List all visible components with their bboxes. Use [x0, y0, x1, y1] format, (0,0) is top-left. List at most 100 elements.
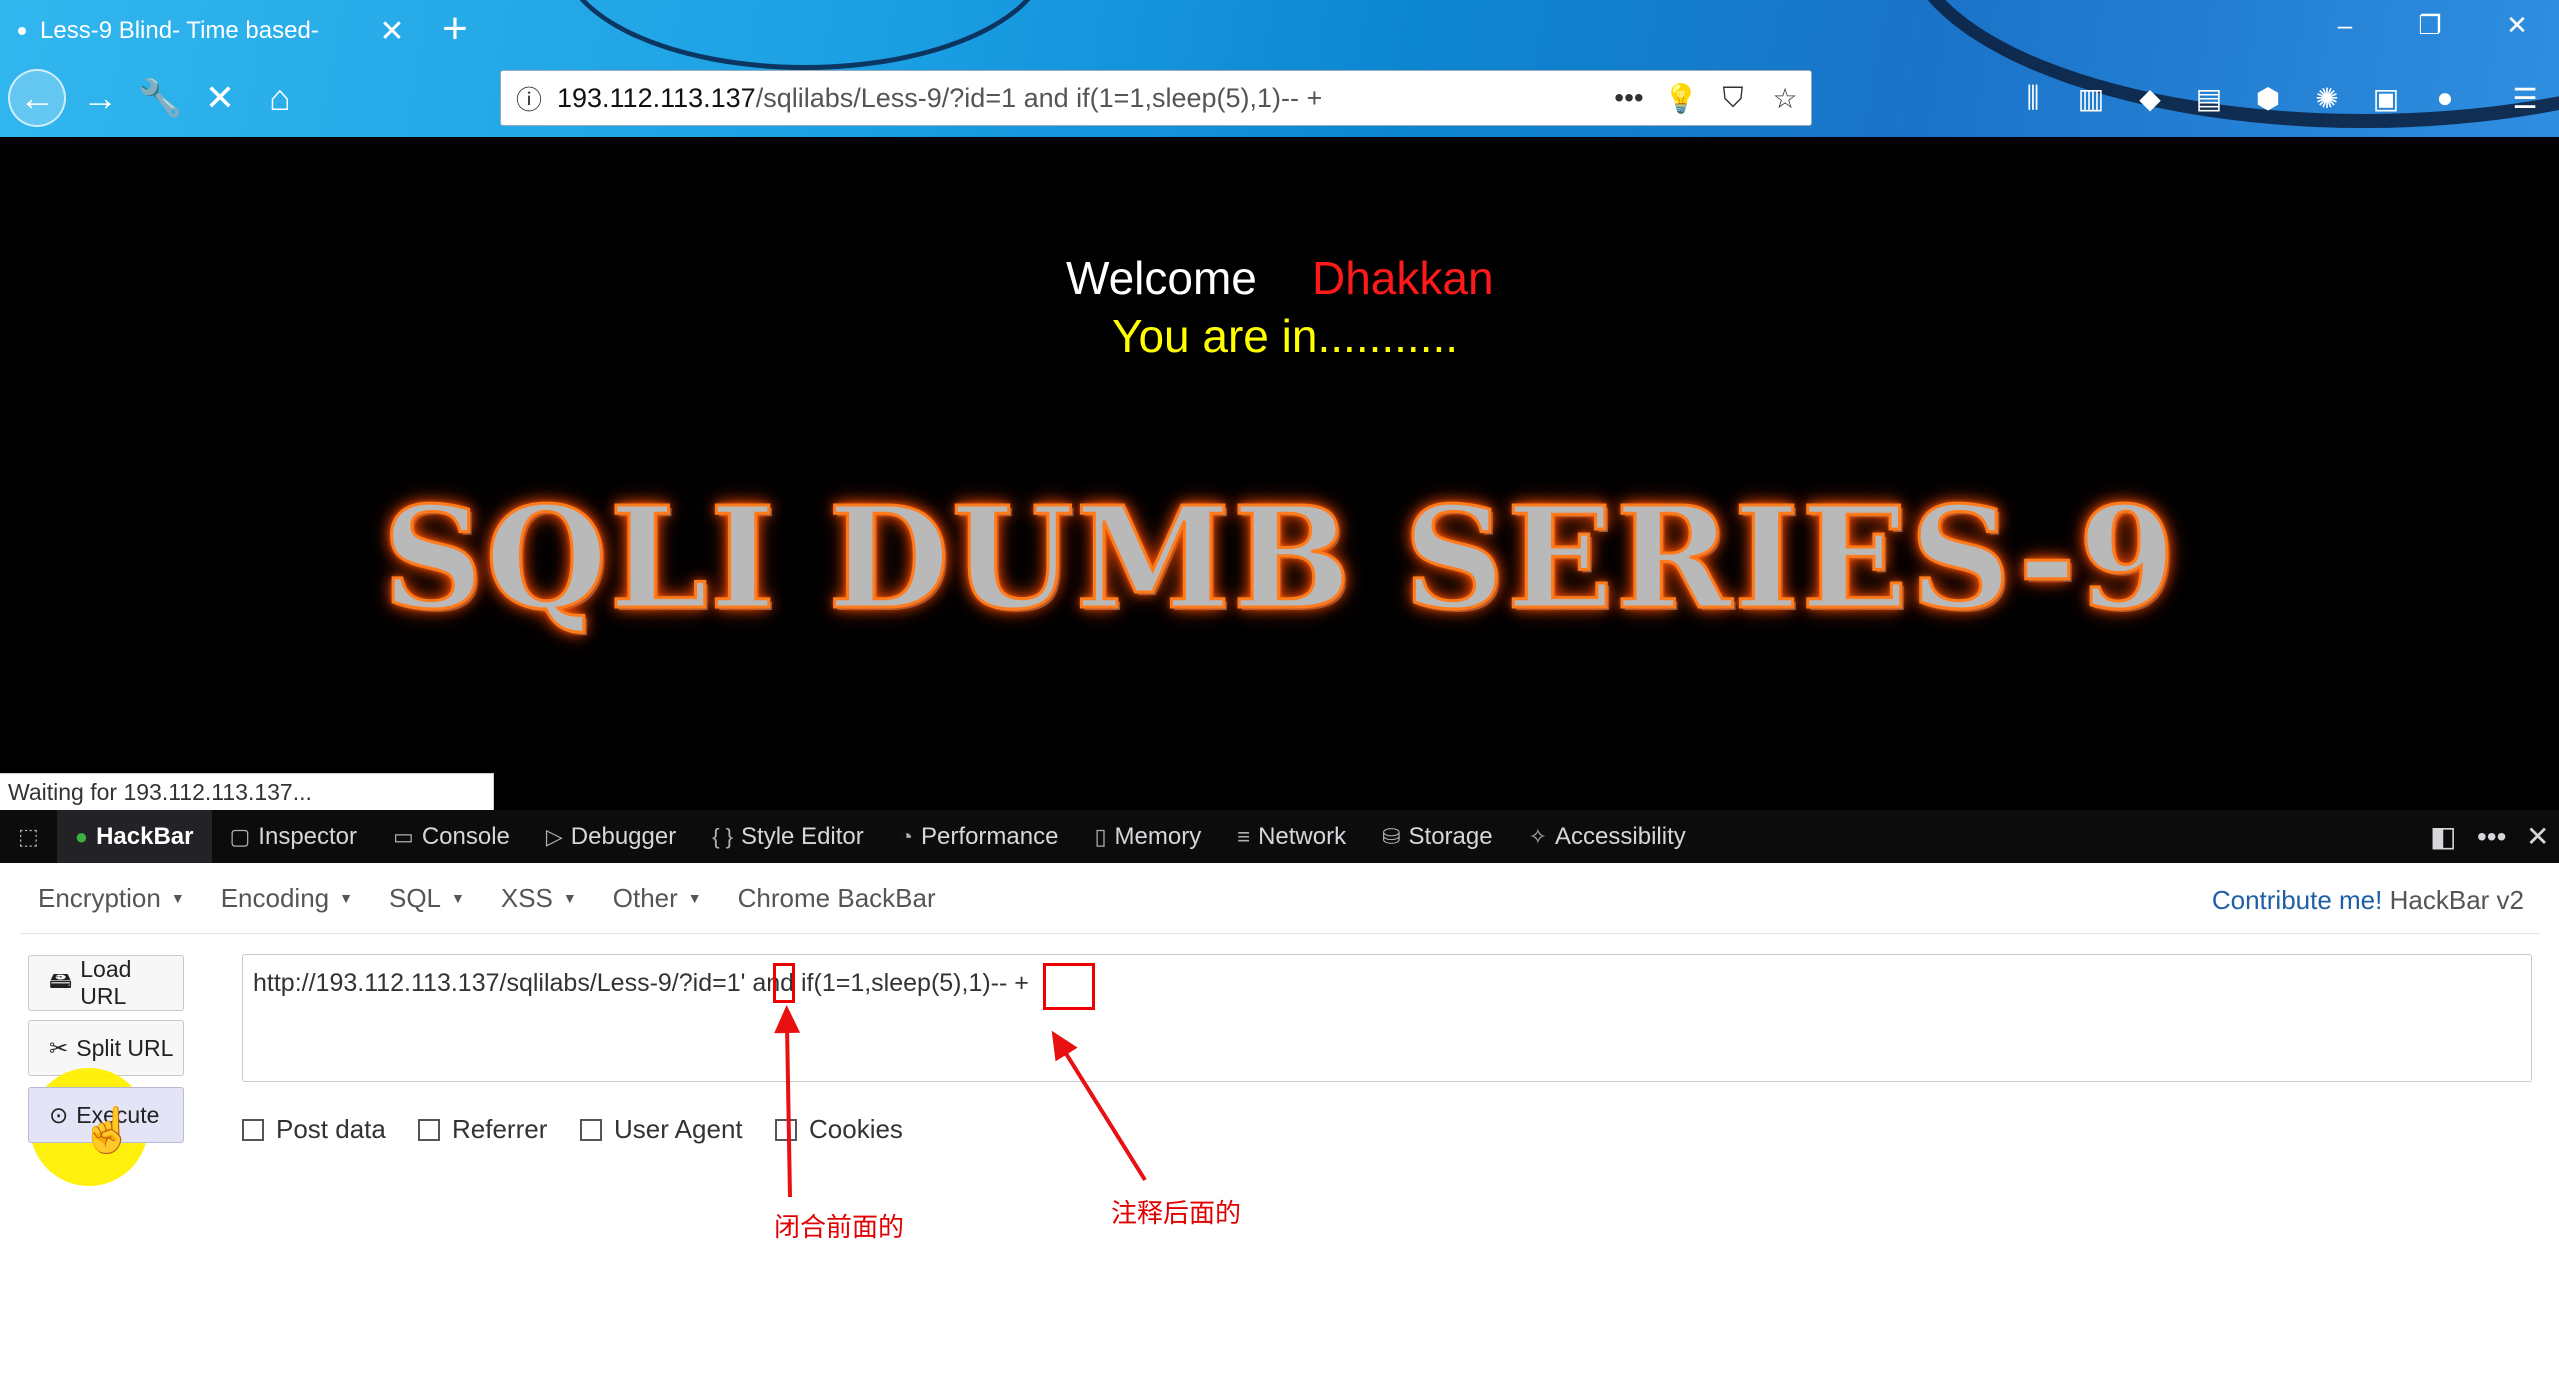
stop-button[interactable]: ✕	[194, 72, 246, 124]
tab-memory[interactable]: ▯ Memory	[1076, 810, 1219, 863]
url-textarea[interactable]: http://193.112.113.137/sqlilabs/Less-9/?…	[242, 954, 2532, 1082]
menu-other[interactable]: Other ▼	[595, 883, 720, 914]
checkbox-label: User Agent	[614, 1114, 743, 1144]
hackbar-version: HackBar v2	[2389, 885, 2524, 915]
pocket-icon[interactable]: ⛉	[1707, 82, 1759, 115]
network-icon: ≡	[1237, 823, 1251, 849]
console-icon: ▭	[393, 823, 414, 849]
extension-icon[interactable]: ●	[2425, 78, 2465, 118]
extension-icon[interactable]: ⬢	[2248, 78, 2288, 118]
address-text[interactable]: 193.112.113.137/sqlilabs/Less-9/?id=1 an…	[557, 83, 1603, 114]
chevron-down-icon: ▼	[562, 890, 577, 906]
dock-side-icon[interactable]: ◧	[2430, 810, 2456, 863]
close-window-icon[interactable]: ✕	[2497, 10, 2537, 41]
devtools-menu-icon[interactable]: •••	[2477, 810, 2506, 863]
split-url-button[interactable]: ✂ Split URL	[28, 1020, 184, 1076]
page-actions-icon[interactable]: •••	[1603, 82, 1655, 114]
tab-label: HackBar	[96, 822, 194, 850]
post-data-checkbox[interactable]: Post data	[242, 1114, 386, 1145]
menu-label: Chrome BackBar	[737, 882, 936, 913]
tab-debugger[interactable]: ▷ Debugger	[528, 810, 694, 863]
performance-icon: ◔	[899, 823, 914, 849]
tab-network[interactable]: ≡ Network	[1219, 810, 1364, 863]
menu-encoding[interactable]: Encoding ▼	[203, 883, 371, 914]
load-url-button[interactable]: 🖴 Load URL	[28, 955, 184, 1011]
menu-encryption[interactable]: Encryption ▼	[20, 883, 203, 914]
left-annotation: 闭合前面的	[774, 1212, 905, 1242]
tab-storage[interactable]: ⛁ Storage	[1364, 810, 1511, 863]
tab-label: Memory	[1114, 822, 1202, 850]
url-host: 193.112.113.137	[557, 82, 756, 113]
storage-icon: ⛁	[1382, 823, 1401, 849]
theme-decoration	[560, 0, 1050, 70]
menu-sql[interactable]: SQL ▼	[371, 883, 483, 914]
username-text: Dhakkan	[1312, 252, 1494, 304]
login-message: You are in...........	[1112, 310, 1459, 362]
menu-label: Encoding	[220, 882, 330, 913]
forward-button[interactable]: →	[74, 72, 126, 124]
menu-label: XSS	[500, 882, 553, 913]
chevron-down-icon: ▼	[451, 890, 465, 906]
chevron-down-icon: ▼	[339, 890, 353, 906]
status-bar: Waiting for 193.112.113.137...	[0, 773, 494, 810]
home-button[interactable]: ⌂	[254, 72, 306, 124]
web-page: Welcome Dhakkan You are in........... SQ…	[0, 137, 2559, 810]
wrench-icon[interactable]: 🔧	[134, 72, 186, 124]
checkbox-box[interactable]	[418, 1118, 440, 1141]
devtools-toolbar: ⬚ ● HackBar ▢ Inspector ▭ Console ▷ Debugger…	[0, 810, 2559, 863]
address-bar[interactable]: ⓘ 193.112.113.137/sqlilabs/Less-9/?id=1 …	[500, 70, 1812, 126]
cookies-checkbox[interactable]: Cookies	[775, 1114, 903, 1145]
menu-label: Encryption	[38, 882, 161, 913]
checkbox-label: Post data	[276, 1114, 386, 1144]
menu-label: Other	[612, 882, 678, 913]
menu-xss[interactable]: XSS ▼	[483, 883, 595, 914]
tab-inspector[interactable]: ▢ Inspector	[212, 810, 376, 863]
element-picker-icon[interactable]: ⬚	[0, 810, 57, 863]
minimize-icon[interactable]: –	[2325, 10, 2365, 41]
extension-icon[interactable]: ◆	[2130, 78, 2170, 118]
contribute-text: Contribute me!	[2211, 885, 2383, 915]
hackbar-menu: Encryption ▼ Encoding ▼ SQL ▼ XSS ▼ Other ▼ C…	[20, 863, 2540, 934]
restore-icon[interactable]: ❐	[2410, 10, 2450, 41]
tab-label: Performance	[921, 822, 1059, 850]
extension-icon[interactable]: ▤	[2189, 78, 2229, 118]
tab-accessibility[interactable]: ✧ Accessibility	[1511, 810, 1704, 863]
menu-chrome-backbar[interactable]: Chrome BackBar	[720, 883, 954, 914]
checkbox-box[interactable]	[242, 1118, 264, 1141]
checkbox-box[interactable]	[580, 1118, 602, 1141]
extension-icon[interactable]: ▣	[2366, 78, 2406, 118]
welcome-text: Welcome	[1066, 252, 1257, 304]
tab-loading-icon	[18, 27, 26, 35]
bookmark-star-icon[interactable]: ☆	[1759, 82, 1811, 115]
close-devtools-icon[interactable]: ✕	[2526, 810, 2549, 863]
site-info-icon[interactable]: ⓘ	[501, 80, 557, 117]
button-label: Load URL	[80, 956, 132, 1009]
tab-label: Network	[1258, 822, 1347, 850]
tab-console[interactable]: ▭ Console	[375, 810, 528, 863]
user-agent-checkbox[interactable]: User Agent	[580, 1114, 743, 1145]
referrer-checkbox[interactable]: Referrer	[418, 1114, 547, 1145]
style-editor-icon: { }	[712, 823, 734, 849]
play-icon: ⊙	[49, 1101, 69, 1128]
comment-highlight-box	[1043, 963, 1095, 1010]
library-icon[interactable]: ⫼	[2013, 78, 2053, 118]
menu-icon[interactable]: ☰	[2505, 78, 2545, 118]
checkbox-label: Cookies	[809, 1114, 903, 1144]
back-button[interactable]: ←	[8, 69, 66, 127]
sidebar-icon[interactable]: ▥	[2071, 78, 2111, 118]
tab-label: Storage	[1408, 822, 1493, 850]
tab-style-editor[interactable]: { } Style Editor	[694, 810, 882, 863]
scissors-icon: ✂	[49, 1034, 69, 1061]
browser-tab[interactable]: Less-9 Blind- Time based- ✕	[0, 0, 412, 62]
menu-label: SQL	[388, 882, 442, 913]
contribute-link[interactable]: Contribute me! HackBar v2	[2212, 885, 2524, 916]
tab-label: Accessibility	[1555, 822, 1686, 850]
lightbulb-icon[interactable]: 💡	[1655, 82, 1707, 115]
extension-icon[interactable]: ✺	[2307, 78, 2347, 118]
tab-performance[interactable]: ◔ Performance	[882, 810, 1077, 863]
tab-close-icon[interactable]: ✕	[372, 14, 412, 49]
tab-title: Less-9 Blind- Time based-	[40, 17, 319, 44]
tab-hackbar[interactable]: ● HackBar	[56, 810, 212, 863]
accessibility-icon: ✧	[1528, 823, 1548, 849]
new-tab-button[interactable]: +	[430, 4, 480, 54]
